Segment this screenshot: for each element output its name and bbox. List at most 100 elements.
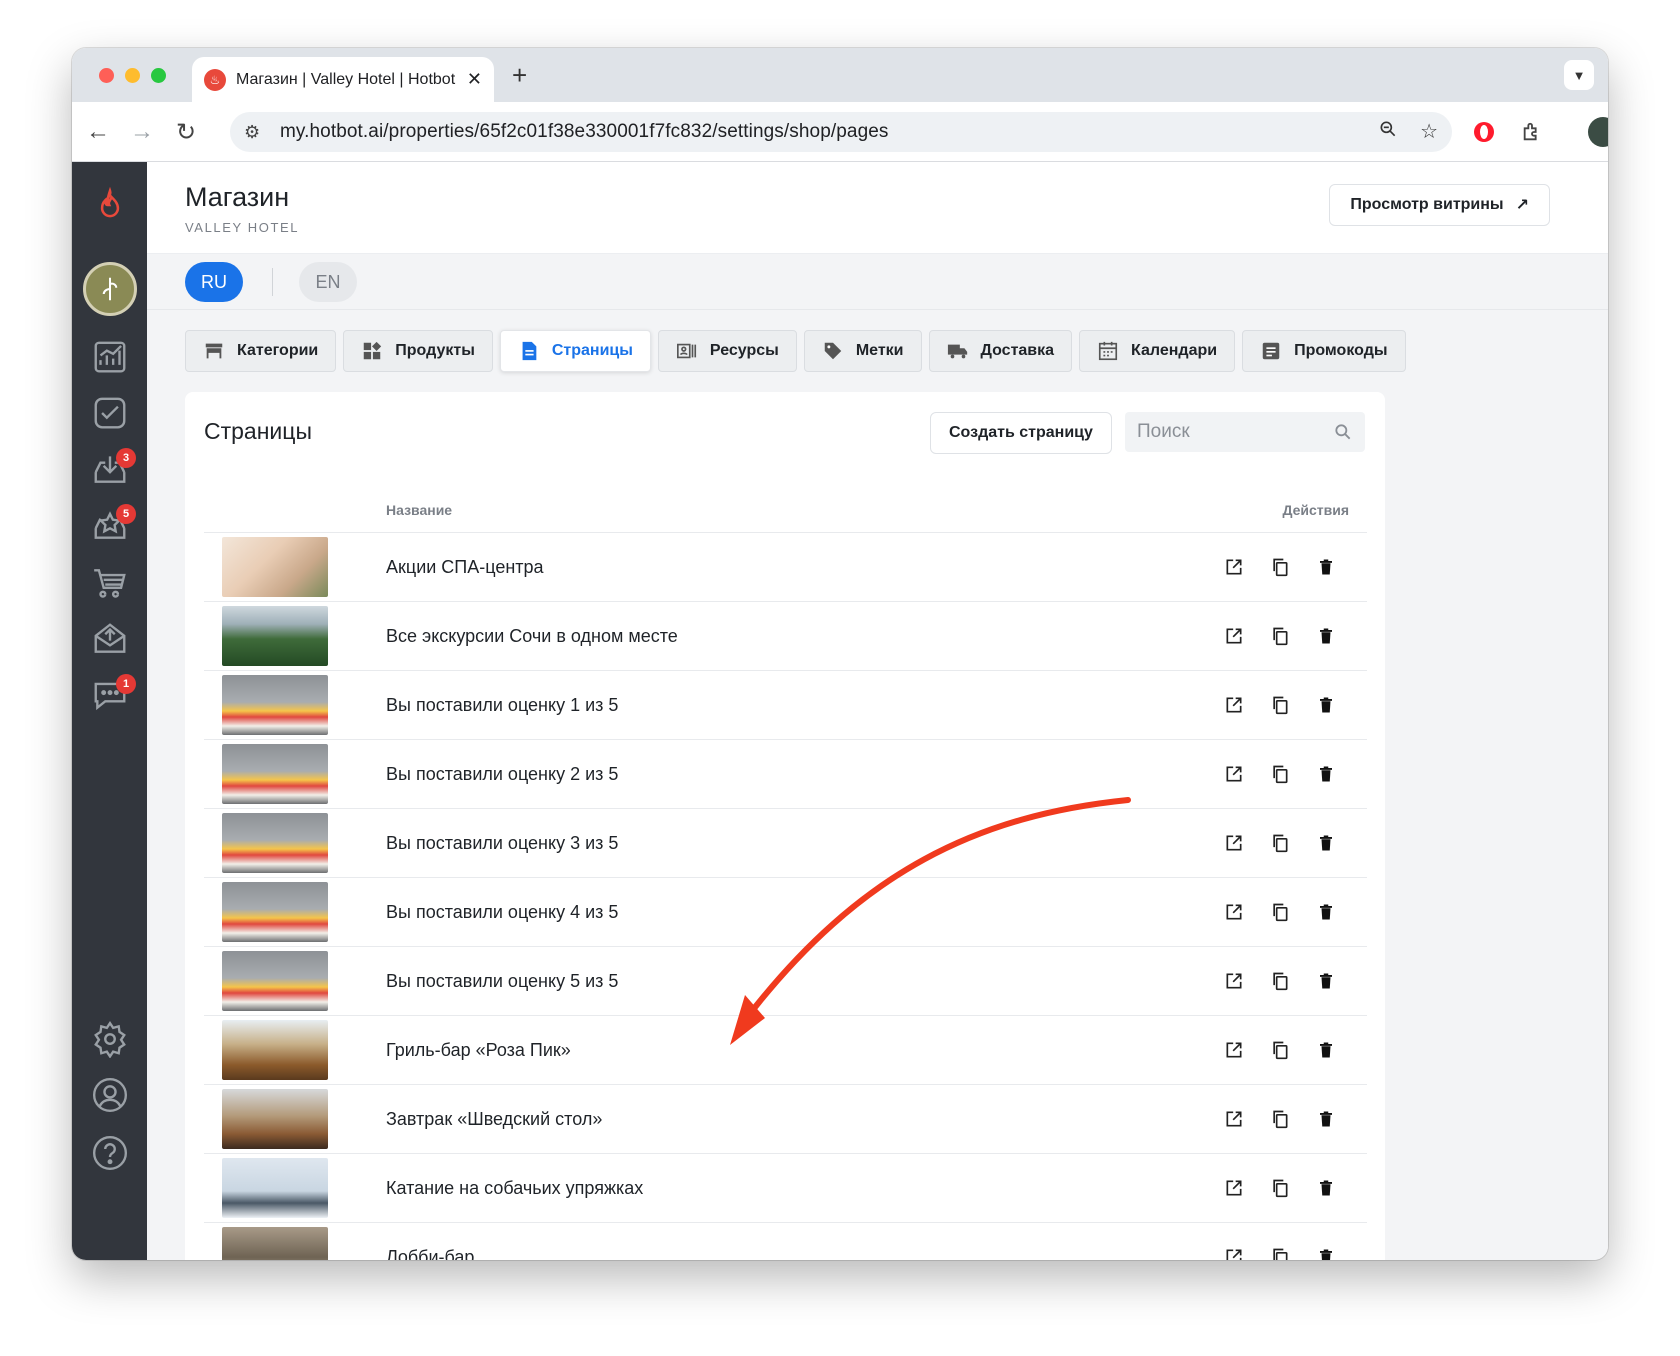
tab-truck[interactable]: Доставка — [928, 330, 1073, 372]
view-storefront-button[interactable]: Просмотр витрины ↗ — [1329, 184, 1550, 226]
copy-icon[interactable] — [1269, 970, 1291, 992]
delete-trash-icon[interactable] — [1315, 763, 1337, 785]
edit-external-icon[interactable] — [1223, 694, 1245, 716]
back-arrow-icon[interactable]: ← — [82, 116, 114, 148]
edit-external-icon[interactable] — [1223, 763, 1245, 785]
hotbot-flame-logo-icon[interactable] — [72, 180, 147, 230]
page-name[interactable]: Вы поставили оценку 1 из 5 — [386, 695, 618, 716]
new-tab-icon[interactable]: + — [512, 60, 527, 91]
copy-icon[interactable] — [1269, 901, 1291, 923]
page-name[interactable]: Завтрак «Шведский стол» — [386, 1109, 602, 1130]
delete-trash-icon[interactable] — [1315, 832, 1337, 854]
page-name[interactable]: Акции СПА-центра — [386, 557, 544, 578]
analytics-chart-icon[interactable] — [72, 332, 147, 382]
chat-bubble-icon[interactable]: 1 — [72, 670, 147, 720]
tab-promo[interactable]: Промокоды — [1242, 330, 1406, 372]
delete-trash-icon[interactable] — [1315, 970, 1337, 992]
delete-trash-icon[interactable] — [1315, 901, 1337, 923]
edit-external-icon[interactable] — [1223, 970, 1245, 992]
edit-external-icon[interactable] — [1223, 1246, 1245, 1260]
table-row[interactable]: Вы поставили оценку 5 из 5 — [204, 946, 1367, 1015]
delete-trash-icon[interactable] — [1315, 1177, 1337, 1199]
table-row[interactable]: Все экскурсии Сочи в одном месте — [204, 601, 1367, 670]
table-row[interactable]: Вы поставили оценку 3 из 5 — [204, 808, 1367, 877]
profile-avatar[interactable] — [1588, 117, 1608, 147]
help-question-icon[interactable] — [72, 1128, 147, 1178]
search-icon[interactable] — [1333, 422, 1353, 442]
copy-icon[interactable] — [1269, 556, 1291, 578]
address-bar[interactable]: ⚙ my.hotbot.ai/properties/65f2c01f38e330… — [230, 112, 1452, 152]
page-name[interactable]: Лобби-бар — [386, 1247, 474, 1261]
close-window-button[interactable] — [99, 68, 114, 83]
forward-arrow-icon[interactable]: → — [126, 116, 158, 148]
maximize-window-button[interactable] — [151, 68, 166, 83]
edit-external-icon[interactable] — [1223, 901, 1245, 923]
table-row[interactable]: Катание на собачьих упряжках — [204, 1153, 1367, 1222]
page-thumbnail — [222, 1020, 328, 1080]
property-logo-avatar[interactable] — [83, 262, 137, 316]
copy-icon[interactable] — [1269, 1246, 1291, 1260]
browser-tab[interactable]: ♨ Магазин | Valley Hotel | Hotbot ✕ — [192, 57, 494, 102]
tab-calendar[interactable]: Календари — [1079, 330, 1236, 372]
page-name[interactable]: Все экскурсии Сочи в одном месте — [386, 626, 678, 647]
inbox-download-icon[interactable]: 3 — [72, 444, 147, 494]
extensions-puzzle-icon[interactable] — [1518, 118, 1546, 146]
reload-icon[interactable]: ↻ — [170, 116, 202, 148]
table-row[interactable]: Вы поставили оценку 4 из 5 — [204, 877, 1367, 946]
tab-resources[interactable]: Ресурсы — [657, 330, 797, 372]
copy-icon[interactable] — [1269, 763, 1291, 785]
delete-trash-icon[interactable] — [1315, 1246, 1337, 1260]
search-input[interactable] — [1137, 421, 1327, 443]
delete-trash-icon[interactable] — [1315, 625, 1337, 647]
table-row[interactable]: Акции СПА-центра — [204, 532, 1367, 601]
table-row[interactable]: Гриль-бар «Роза Пик» — [204, 1015, 1367, 1084]
delete-trash-icon[interactable] — [1315, 1108, 1337, 1130]
copy-icon[interactable] — [1269, 1039, 1291, 1061]
opera-extension-icon[interactable] — [1470, 118, 1498, 146]
minimize-window-button[interactable] — [125, 68, 140, 83]
address-url[interactable]: my.hotbot.ai/properties/65f2c01f38e33000… — [280, 121, 889, 143]
site-settings-icon[interactable]: ⚙ — [244, 122, 268, 143]
settings-gear-icon[interactable] — [72, 1014, 147, 1064]
edit-external-icon[interactable] — [1223, 1039, 1245, 1061]
create-page-button[interactable]: Создать страницу — [930, 412, 1112, 454]
page-name[interactable]: Гриль-бар «Роза Пик» — [386, 1040, 571, 1061]
tab-search-chevron-icon[interactable]: ▼ — [1564, 60, 1594, 90]
table-row[interactable]: Вы поставили оценку 2 из 5 — [204, 739, 1367, 808]
page-name[interactable]: Вы поставили оценку 2 из 5 — [386, 764, 618, 785]
copy-icon[interactable] — [1269, 694, 1291, 716]
edit-external-icon[interactable] — [1223, 832, 1245, 854]
page-name[interactable]: Вы поставили оценку 5 из 5 — [386, 971, 618, 992]
close-tab-icon[interactable]: ✕ — [467, 69, 482, 90]
table-row[interactable]: Завтрак «Шведский стол» — [204, 1084, 1367, 1153]
account-user-icon[interactable] — [72, 1070, 147, 1120]
shop-cart-icon[interactable] — [72, 558, 147, 608]
zoom-icon[interactable] — [1378, 119, 1398, 145]
tab-storefront[interactable]: Категории — [185, 330, 337, 372]
delete-trash-icon[interactable] — [1315, 694, 1337, 716]
tab-document[interactable]: Страницы — [499, 330, 651, 372]
edit-external-icon[interactable] — [1223, 1177, 1245, 1199]
page-name[interactable]: Вы поставили оценку 4 из 5 — [386, 902, 618, 923]
table-row[interactable]: Лобби-бар — [204, 1222, 1367, 1260]
tasks-check-icon[interactable] — [72, 388, 147, 438]
table-row[interactable]: Вы поставили оценку 1 из 5 — [204, 670, 1367, 739]
language-en-button[interactable]: EN — [299, 262, 357, 302]
edit-external-icon[interactable] — [1223, 625, 1245, 647]
delete-trash-icon[interactable] — [1315, 1039, 1337, 1061]
language-ru-button[interactable]: RU — [185, 262, 243, 302]
copy-icon[interactable] — [1269, 1108, 1291, 1130]
tab-tag[interactable]: Метки — [803, 330, 922, 372]
edit-external-icon[interactable] — [1223, 1108, 1245, 1130]
bookmark-star-icon[interactable]: ☆ — [1420, 119, 1438, 145]
copy-icon[interactable] — [1269, 625, 1291, 647]
edit-external-icon[interactable] — [1223, 556, 1245, 578]
page-name[interactable]: Вы поставили оценку 3 из 5 — [386, 833, 618, 854]
reviews-star-icon[interactable]: 5 — [72, 500, 147, 550]
page-name[interactable]: Катание на собачьих упряжках — [386, 1178, 643, 1199]
copy-icon[interactable] — [1269, 1177, 1291, 1199]
delete-trash-icon[interactable] — [1315, 556, 1337, 578]
copy-icon[interactable] — [1269, 832, 1291, 854]
tab-widgets[interactable]: Продукты — [343, 330, 493, 372]
mailing-envelope-icon[interactable] — [72, 614, 147, 664]
